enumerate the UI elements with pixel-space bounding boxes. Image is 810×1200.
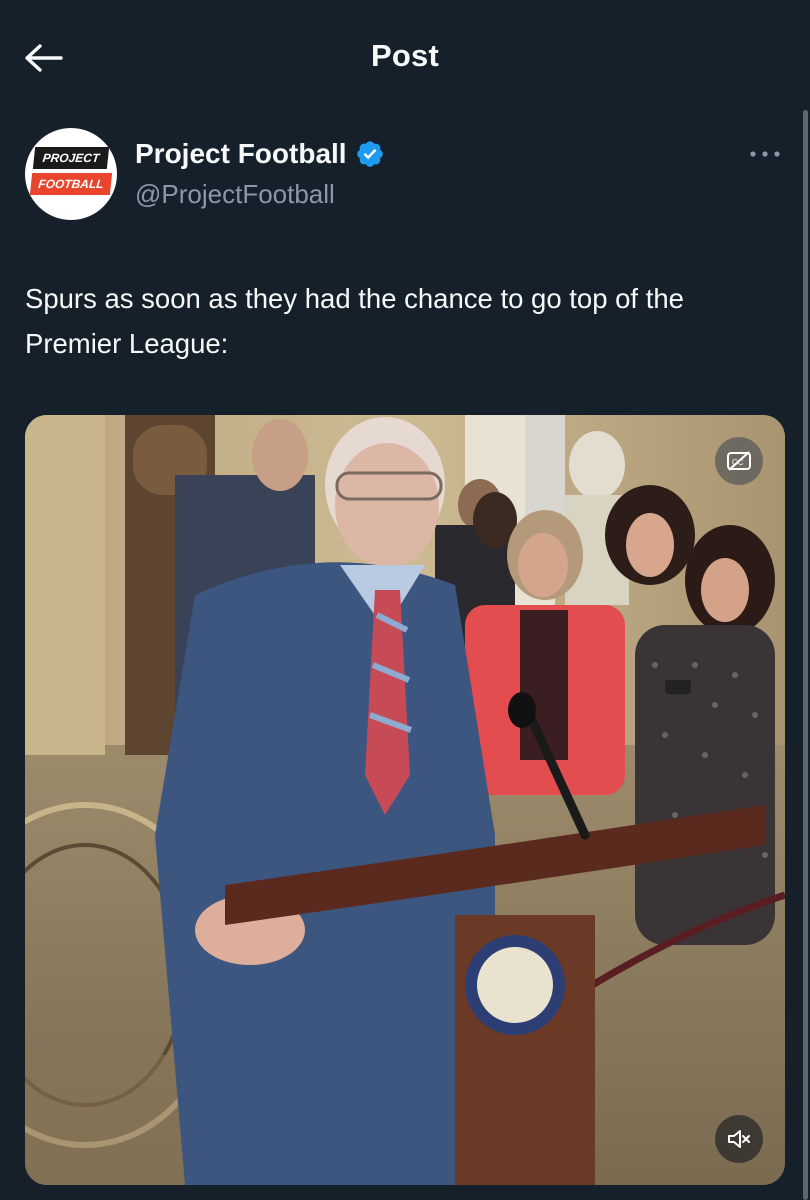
more-horizontal-icon <box>750 151 780 157</box>
more-options-button[interactable] <box>745 144 785 164</box>
video-frame <box>25 415 785 1185</box>
verified-badge-icon <box>356 141 383 167</box>
author-handle[interactable]: @ProjectFootball <box>135 179 335 210</box>
author-name[interactable]: Project Football <box>135 138 347 170</box>
avatar-logo-top: PROJECT <box>32 147 110 169</box>
post-header: Post <box>0 0 810 112</box>
scrollbar[interactable] <box>803 110 808 1200</box>
captions-button[interactable]: CC <box>715 437 763 485</box>
avatar[interactable]: PROJECT FOOTBALL <box>25 128 117 220</box>
page-title: Post <box>371 38 439 73</box>
tweet-text: Spurs as soon as they had the chance to … <box>25 283 684 359</box>
tweet-author: PROJECT FOOTBALL Project Football @Proje… <box>25 128 785 223</box>
mute-button[interactable] <box>715 1115 763 1163</box>
author-name-row[interactable]: Project Football <box>135 138 385 170</box>
speaker-muted-icon <box>728 1130 750 1148</box>
tweet-video[interactable]: CC <box>25 415 785 1185</box>
captions-off-icon: CC <box>727 451 751 471</box>
avatar-logo-bottom: FOOTBALL <box>29 173 113 195</box>
